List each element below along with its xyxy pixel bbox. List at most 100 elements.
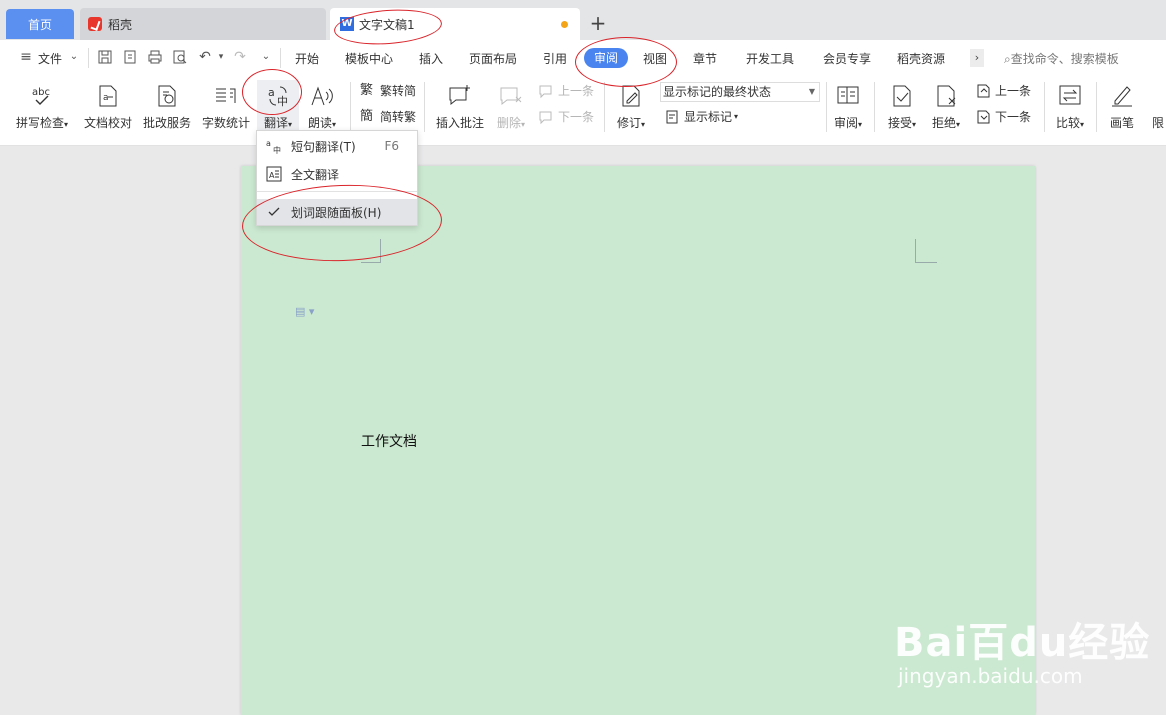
divider xyxy=(1096,82,1097,132)
divider xyxy=(280,48,281,68)
read-aloud-icon xyxy=(302,80,342,112)
menu-daoke-resources[interactable]: 稻壳资源 xyxy=(897,50,945,67)
translate-button[interactable]: a中 翻译▾ xyxy=(257,80,299,130)
print-preview-icon[interactable] xyxy=(172,49,188,65)
more-menus-button[interactable]: › xyxy=(970,49,984,67)
reject-button[interactable]: 拒绝▾ xyxy=(928,80,964,131)
full-translate-item[interactable]: A 全文翻译 xyxy=(257,161,417,187)
reject-icon xyxy=(928,80,964,112)
divider xyxy=(350,82,351,132)
menu-page-layout[interactable]: 页面布局 xyxy=(469,50,517,67)
daoke-logo-icon xyxy=(88,17,102,31)
prev-comment-button[interactable]: 上一条 xyxy=(538,82,594,99)
redo-icon[interactable]: ↷ xyxy=(232,49,248,65)
track-changes-label: 修订 xyxy=(616,116,641,130)
read-aloud-label: 朗读 xyxy=(307,116,332,130)
full-translate-icon: A xyxy=(266,166,282,182)
track-changes-icon xyxy=(612,80,650,112)
sentence-translate-icon: a中 xyxy=(266,138,282,155)
menu-member[interactable]: 会员专享 xyxy=(823,50,871,67)
review-pane-button[interactable]: 审阅▾ xyxy=(830,80,866,131)
divider xyxy=(1044,82,1045,132)
compare-button[interactable]: 比较▾ xyxy=(1052,80,1088,131)
restrict-button[interactable]: 限 xyxy=(1150,80,1166,131)
tab-home[interactable]: 首页 xyxy=(6,9,74,39)
spellcheck-button[interactable]: abc 拼写检查▾ xyxy=(12,80,72,131)
show-markup-button[interactable]: 显示标记 ▾ xyxy=(664,108,738,125)
accept-button[interactable]: 接受▾ xyxy=(884,80,920,131)
save-icon[interactable] xyxy=(97,49,113,65)
menu-template-center[interactable]: 模板中心 xyxy=(345,50,393,67)
insert-comment-button[interactable]: 插入批注 xyxy=(432,80,488,131)
review-pane-icon xyxy=(830,80,866,112)
menu-review-active[interactable]: 审阅 xyxy=(584,48,628,68)
next-comment-button[interactable]: 下一条 xyxy=(538,108,594,125)
chevron-down-icon: ▼ xyxy=(808,87,815,96)
menu-view[interactable]: 视图 xyxy=(643,50,667,67)
divider xyxy=(826,82,827,132)
show-markup-icon xyxy=(664,109,680,125)
pen-button[interactable]: 画笔 xyxy=(1104,80,1140,131)
trad-to-simp-label: 繁转简 xyxy=(380,84,417,98)
next-comment-label: 下一条 xyxy=(558,110,595,124)
undo-dropdown-icon[interactable]: ▾ xyxy=(213,49,229,65)
doc-proof-button[interactable]: a 文档校对 xyxy=(82,80,134,131)
revise-service-button[interactable]: 批改服务 xyxy=(141,80,193,131)
menu-bar: ≡ 文件 ⌄ ↶ ▾ ↷ ⌄ 开始 模板中心 插入 页面布局 引用 视图 章节 … xyxy=(0,40,1166,76)
follow-panel-label: 划词跟随面板(H) xyxy=(291,205,382,220)
track-changes-button[interactable]: 修订▾ xyxy=(612,80,650,131)
search-placeholder: 查找命令、搜索模板 xyxy=(1010,52,1119,66)
menu-chapter[interactable]: 章节 xyxy=(693,50,717,67)
simp-to-trad-label: 简转繁 xyxy=(380,110,417,124)
command-search[interactable]: ⌕查找命令、搜索模板 xyxy=(1004,50,1119,67)
hamburger-icon[interactable]: ≡ xyxy=(18,49,34,65)
divider xyxy=(874,82,875,132)
svg-text:a: a xyxy=(266,139,271,148)
spellcheck-icon: abc xyxy=(12,80,72,112)
prev-change-button[interactable]: 上一条 xyxy=(975,82,1031,99)
menu-home[interactable]: 开始 xyxy=(295,50,319,67)
read-aloud-button[interactable]: 朗读▾ xyxy=(302,80,342,131)
insert-comment-icon xyxy=(432,80,488,112)
next-comment-icon xyxy=(538,109,554,125)
menu-insert[interactable]: 插入 xyxy=(419,50,443,67)
tab-daoke[interactable]: 稻壳 xyxy=(80,8,326,40)
paragraph-layout-icon[interactable]: ▤ ▾ xyxy=(295,305,314,318)
watermark-logo: Bai百du经验 xyxy=(894,620,1151,666)
next-change-button[interactable]: 下一条 xyxy=(975,108,1031,125)
translate-menu: a中 短句翻译(T) F6 A 全文翻译 划词跟随面板(H) xyxy=(256,130,418,226)
translate-label: 翻译 xyxy=(263,116,288,130)
markup-state-select[interactable]: 显示标记的最终状态 ▼ xyxy=(660,82,820,102)
undo-icon[interactable]: ↶ xyxy=(197,49,213,65)
menu-developer[interactable]: 开发工具 xyxy=(746,50,794,67)
svg-text:a: a xyxy=(268,86,275,99)
sentence-translate-item[interactable]: a中 短句翻译(T) F6 xyxy=(257,133,417,159)
svg-text:a: a xyxy=(103,93,109,103)
follow-panel-item[interactable]: 划词跟随面板(H) xyxy=(257,199,417,225)
prev-change-label: 上一条 xyxy=(995,84,1032,98)
customize-toolbar-icon[interactable]: ⌄ xyxy=(258,49,274,65)
doc-proof-label: 文档校对 xyxy=(83,116,132,130)
prev-change-icon xyxy=(975,83,991,99)
delete-comment-label: 删除 xyxy=(496,116,521,130)
print-icon[interactable] xyxy=(147,49,163,65)
translate-icon: a中 xyxy=(257,80,299,112)
file-menu[interactable]: 文件 xyxy=(38,50,62,67)
spellcheck-label: 拼写检查 xyxy=(15,116,64,130)
divider xyxy=(604,82,605,132)
tab-document[interactable]: W 文字文稿1 xyxy=(330,8,580,40)
word-count-button[interactable]: 字数统计 xyxy=(200,80,252,131)
export-pdf-icon[interactable] xyxy=(122,49,138,65)
divider xyxy=(88,48,89,68)
delete-comment-button[interactable]: 删除▾ xyxy=(494,80,528,131)
prev-comment-label: 上一条 xyxy=(558,84,595,98)
revise-service-icon xyxy=(141,80,193,112)
simp-to-trad-button[interactable]: 簡简转繁 xyxy=(360,108,416,125)
insert-comment-label: 插入批注 xyxy=(435,116,484,130)
chevron-down-icon[interactable]: ⌄ xyxy=(66,49,82,65)
menu-references[interactable]: 引用 xyxy=(543,50,567,67)
new-tab-button[interactable]: + xyxy=(588,10,608,36)
markup-state-value: 显示标记的最终状态 xyxy=(663,85,772,99)
trad-to-simp-button[interactable]: 繁繁转简 xyxy=(360,82,416,99)
document-text[interactable]: 工作文档 xyxy=(361,431,417,451)
